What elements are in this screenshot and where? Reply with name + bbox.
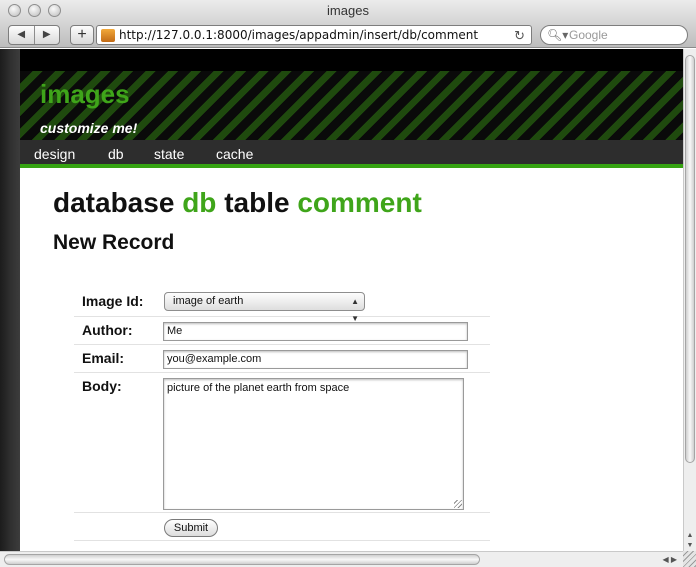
search-icon[interactable]: 🔍︎▾ (547, 26, 568, 45)
body-label: Body: (82, 378, 122, 394)
image-id-select[interactable]: image of earth ▲ ▼ (164, 292, 365, 323)
forward-arrow-icon[interactable]: ▶ (35, 26, 60, 44)
nav-item-state[interactable]: state (154, 140, 184, 168)
nav-item-cache[interactable]: cache (216, 140, 253, 168)
reload-icon[interactable]: ↻ (514, 26, 525, 45)
site-tagline: customize me! (40, 120, 138, 136)
vertical-scrollbar[interactable]: ▲ ▼ (683, 49, 696, 551)
horizontal-scrollbar[interactable]: ◀ ▶ (0, 551, 683, 567)
database-name: db (182, 187, 217, 218)
form-row-email: Email: you@example.com (74, 345, 490, 373)
history-buttons: ◀ ▶ (8, 25, 60, 45)
resize-grip-icon[interactable] (454, 500, 462, 508)
back-arrow-icon[interactable]: ◀ (9, 26, 35, 44)
page-viewport: images customize me! design db state cac… (0, 49, 683, 551)
window-title: images (327, 3, 369, 18)
site-favicon-icon (101, 29, 115, 42)
nav-item-db[interactable]: db (108, 140, 124, 168)
url-text[interactable]: http://127.0.0.1:8000/images/appadmin/in… (119, 26, 478, 45)
form-row-submit: Submit (74, 513, 490, 541)
form-row-image-id: Image Id: image of earth ▲ ▼ (74, 289, 490, 323)
vertical-scroll-arrows-icon[interactable]: ▲ ▼ (684, 531, 696, 551)
email-label: Email: (82, 350, 125, 366)
form-row-body: Body: picture of the planet earth from s… (74, 373, 490, 513)
vertical-scroll-thumb[interactable] (685, 55, 695, 463)
resize-corner-icon[interactable] (683, 551, 696, 567)
author-label: Author: (82, 322, 133, 338)
author-input[interactable]: Me (163, 322, 468, 341)
add-bookmark-button[interactable]: + (70, 25, 94, 45)
page-top-band (20, 49, 683, 71)
horizontal-scroll-arrows-icon[interactable]: ◀ ▶ (662, 552, 677, 567)
image-id-selected-value: image of earth (173, 295, 244, 307)
nav-item-design[interactable]: design (34, 140, 75, 168)
browser-toolbar: ◀ ▶ + http://127.0.0.1:8000/images/appad… (0, 22, 696, 48)
form-row-author: Author: Me (74, 317, 490, 345)
body-textarea[interactable]: picture of the planet earth from space (163, 378, 464, 510)
close-window-button[interactable] (8, 4, 21, 17)
page-title-middle: table (224, 187, 290, 218)
minimize-window-button[interactable] (28, 4, 41, 17)
zoom-window-button[interactable] (48, 4, 61, 17)
page-title: database db table comment (53, 187, 422, 219)
horizontal-scroll-thumb[interactable] (4, 554, 480, 565)
table-name: comment (297, 187, 422, 218)
search-field[interactable]: 🔍︎▾ Google (540, 25, 688, 45)
main-nav: design db state cache (20, 140, 683, 168)
window-titlebar: images (0, 0, 696, 22)
page-title-prefix: database (53, 187, 175, 218)
email-input[interactable]: you@example.com (163, 350, 468, 369)
page-container: images customize me! design db state cac… (20, 49, 683, 551)
body-text: picture of the planet earth from space (167, 382, 350, 394)
image-id-label: Image Id: (82, 293, 144, 309)
submit-button[interactable]: Submit (164, 519, 218, 537)
page-subtitle: New Record (53, 231, 175, 254)
search-placeholder: Google (569, 28, 608, 42)
address-bar[interactable]: http://127.0.0.1:8000/images/appadmin/in… (96, 25, 532, 45)
site-title[interactable]: images (40, 79, 130, 110)
site-header: images customize me! (20, 71, 683, 140)
